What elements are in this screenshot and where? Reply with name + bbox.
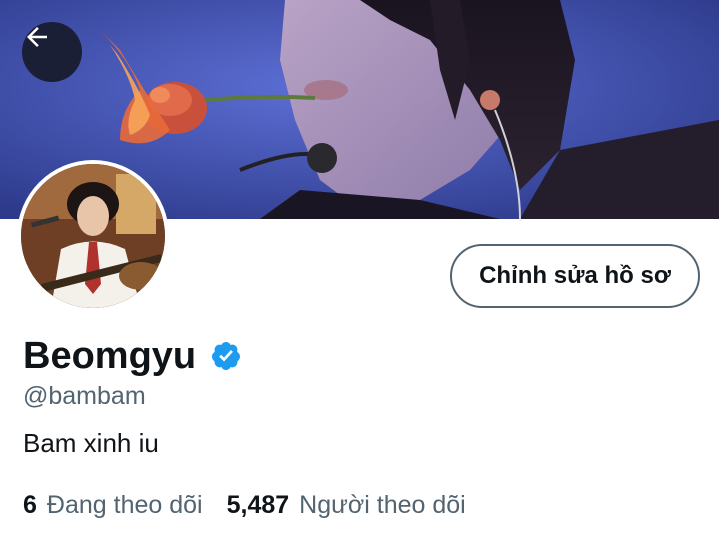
display-name: Beomgyu <box>23 335 197 377</box>
followers-link[interactable]: 5,487 Người theo dõi <box>227 489 466 521</box>
verified-badge-icon <box>212 342 241 370</box>
name-row: Beomgyu <box>23 333 242 379</box>
edit-profile-button[interactable]: Chỉnh sửa hồ sơ <box>450 244 700 308</box>
profile-bio: Bam xinh iu <box>23 428 159 458</box>
follow-stats: 6 Đang theo dõi 5,487 Người theo dõi <box>23 489 466 521</box>
avatar-image <box>21 164 165 308</box>
following-count: 6 <box>23 491 37 519</box>
followers-count: 5,487 <box>226 491 290 519</box>
profile-page: Chỉnh sửa hồ sơ Beomgyu @bambam Bam xinh… <box>0 0 719 535</box>
following-link[interactable]: 6 Đang theo dõi <box>23 489 203 521</box>
back-button[interactable] <box>22 22 82 82</box>
avatar[interactable] <box>17 160 169 312</box>
arrow-left-icon <box>27 27 47 47</box>
profile-handle: @bambam <box>23 382 146 410</box>
followers-label: Người theo dõi <box>299 491 466 519</box>
following-label: Đang theo dõi <box>46 491 203 519</box>
